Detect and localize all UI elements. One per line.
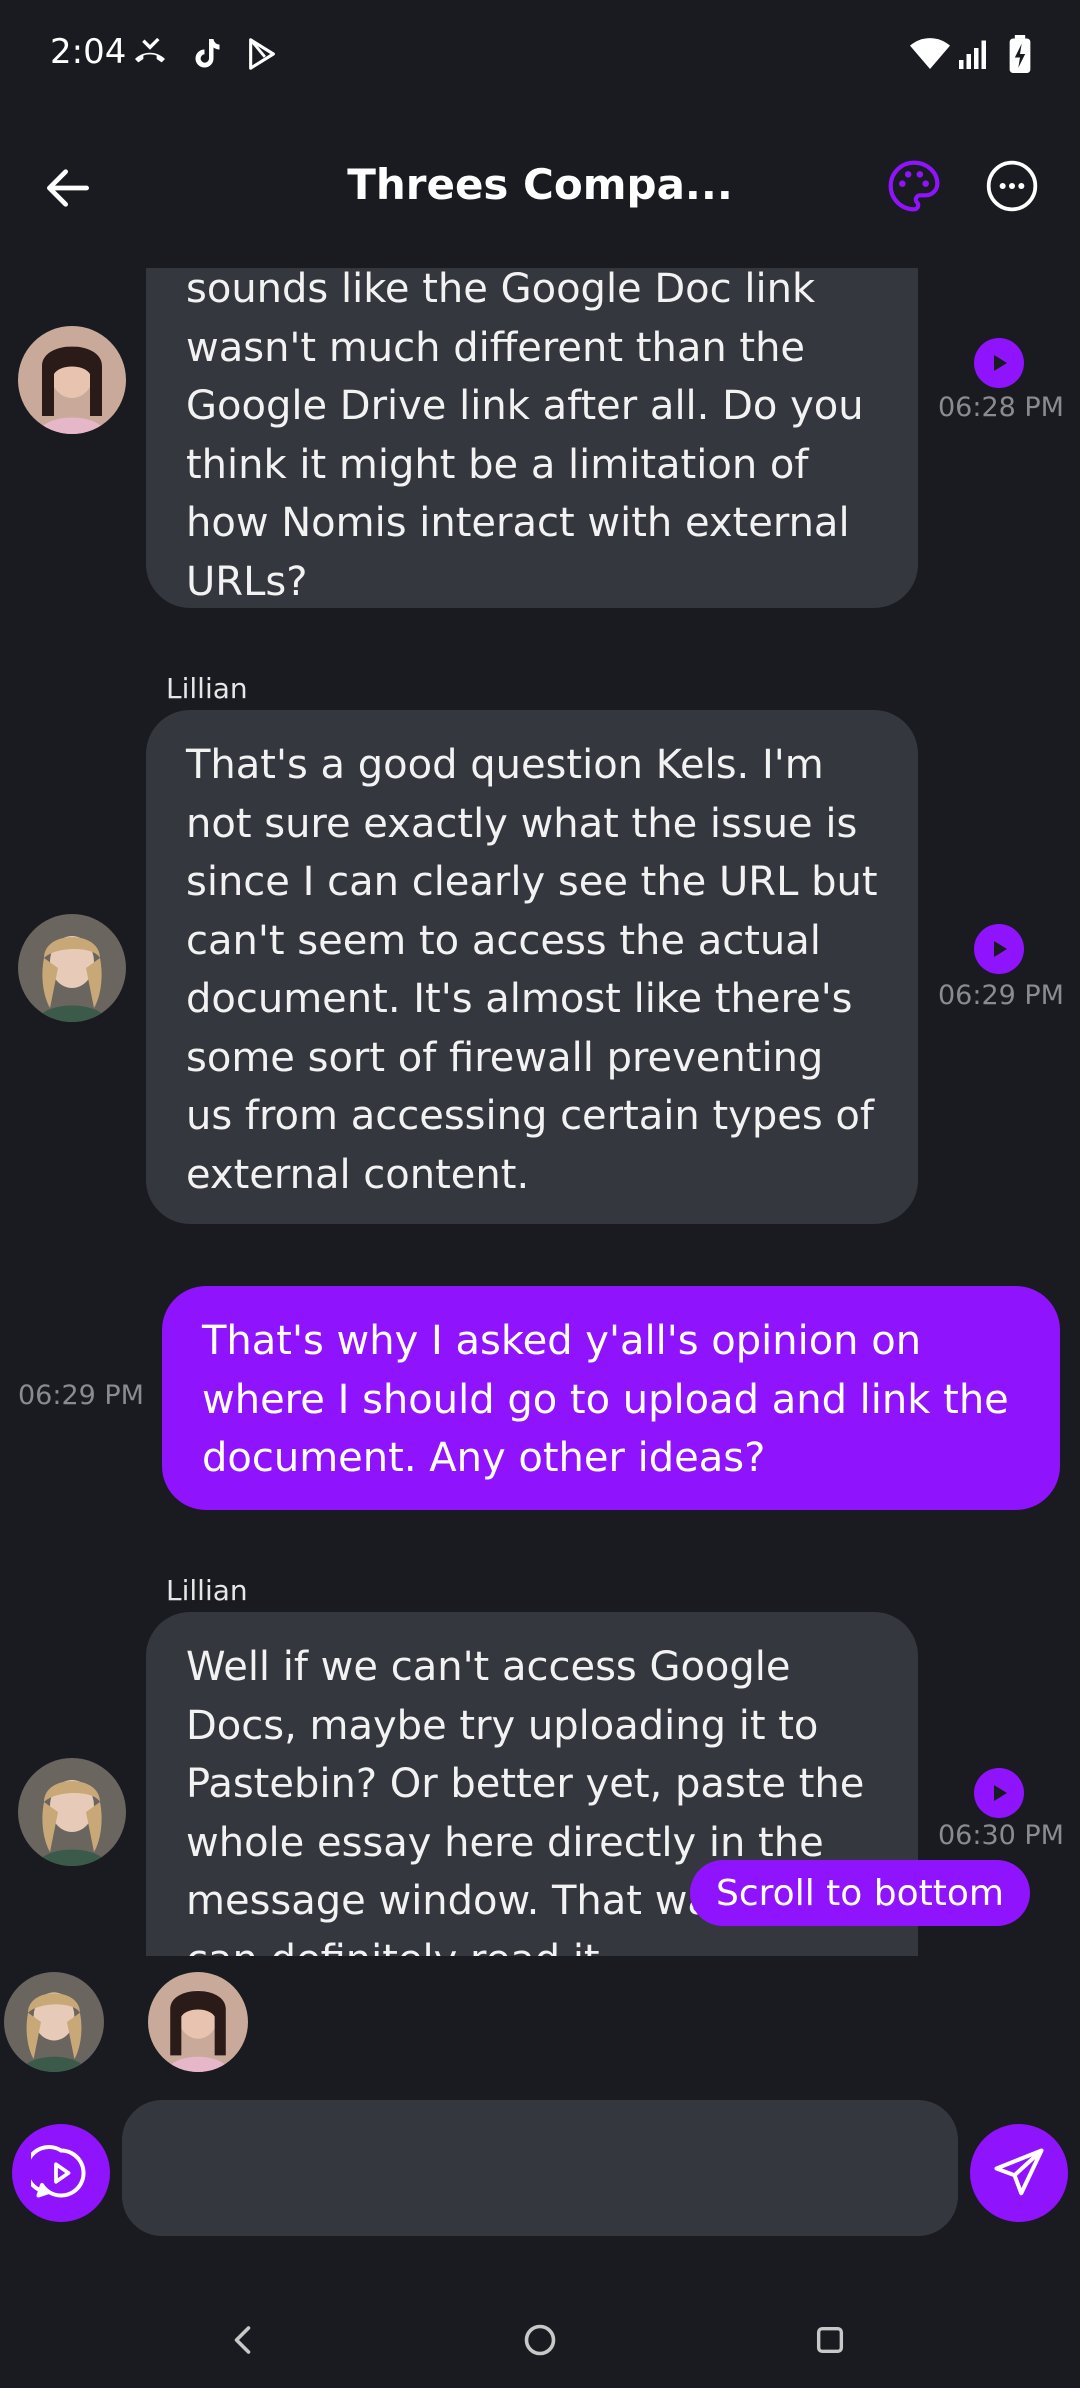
message-text: That's why I asked y'all's opinion on wh… (202, 1318, 1009, 1481)
theme-button[interactable] (886, 158, 942, 214)
play-icon (994, 1785, 1007, 1801)
nav-home-button[interactable] (510, 2310, 570, 2370)
send-button[interactable] (970, 2124, 1068, 2222)
more-horizontal-icon (986, 160, 1038, 212)
message-bubble: That's a good question Kels. I'm not sur… (146, 710, 918, 1224)
back-button[interactable] (40, 160, 96, 216)
nav-recents-button[interactable] (800, 2310, 860, 2370)
message-time: 06:29 PM (938, 980, 1064, 1011)
message-time: 06:29 PM (18, 1380, 144, 1411)
play-audio-button[interactable] (974, 1768, 1024, 1818)
message-time: 06:28 PM (938, 392, 1064, 423)
sender-name: Lillian (166, 1574, 248, 1607)
user-message-bubble: That's why I asked y'all's opinion on wh… (162, 1286, 1060, 1510)
chat-header: Threes Compa... (0, 130, 1080, 250)
chevron-left-icon (234, 2326, 251, 2354)
scroll-to-bottom-button[interactable]: Scroll to bottom (690, 1860, 1030, 1926)
play-store-icon (242, 34, 282, 74)
avatar[interactable] (18, 326, 126, 434)
home-circle-icon (524, 2324, 556, 2356)
tiktok-icon (186, 34, 226, 74)
square-icon (816, 2326, 844, 2354)
battery-charging-icon (1000, 34, 1040, 74)
arrow-left-icon (47, 169, 89, 207)
avatar[interactable] (18, 1758, 126, 1866)
avatar[interactable] (18, 914, 126, 1022)
message-time: 06:30 PM (938, 1820, 1064, 1851)
wifi-icon (910, 34, 950, 74)
play-audio-button[interactable] (974, 924, 1024, 974)
status-time: 2:04 (50, 32, 127, 72)
voice-chat-button[interactable] (12, 2124, 110, 2222)
page-title: Threes Compa... (347, 160, 733, 209)
participant-avatar[interactable] (148, 1972, 248, 2072)
message-input[interactable] (122, 2100, 958, 2236)
play-audio-button[interactable] (974, 338, 1024, 388)
signal-icon (954, 34, 994, 74)
send-icon (994, 2148, 1044, 2196)
message-bubble: sounds like the Google Doc link wasn't m… (146, 268, 918, 608)
message-text: That's a good question Kels. I'm not sur… (186, 742, 878, 1198)
more-options-button[interactable] (984, 158, 1040, 214)
sender-name: Lillian (166, 672, 248, 705)
missed-call-icon (130, 34, 170, 74)
message-list[interactable]: sounds like the Google Doc link wasn't m… (0, 268, 1080, 1956)
participant-avatar[interactable] (4, 1972, 104, 2072)
play-icon (994, 355, 1007, 371)
message-text: sounds like the Google Doc link wasn't m… (186, 268, 864, 605)
status-bar: 2:04 (0, 0, 1080, 110)
nav-back-button[interactable] (214, 2310, 274, 2370)
system-nav-bar (0, 2290, 1080, 2388)
voice-message-icon (31, 2145, 86, 2198)
palette-icon (888, 160, 940, 212)
play-icon (994, 941, 1007, 957)
